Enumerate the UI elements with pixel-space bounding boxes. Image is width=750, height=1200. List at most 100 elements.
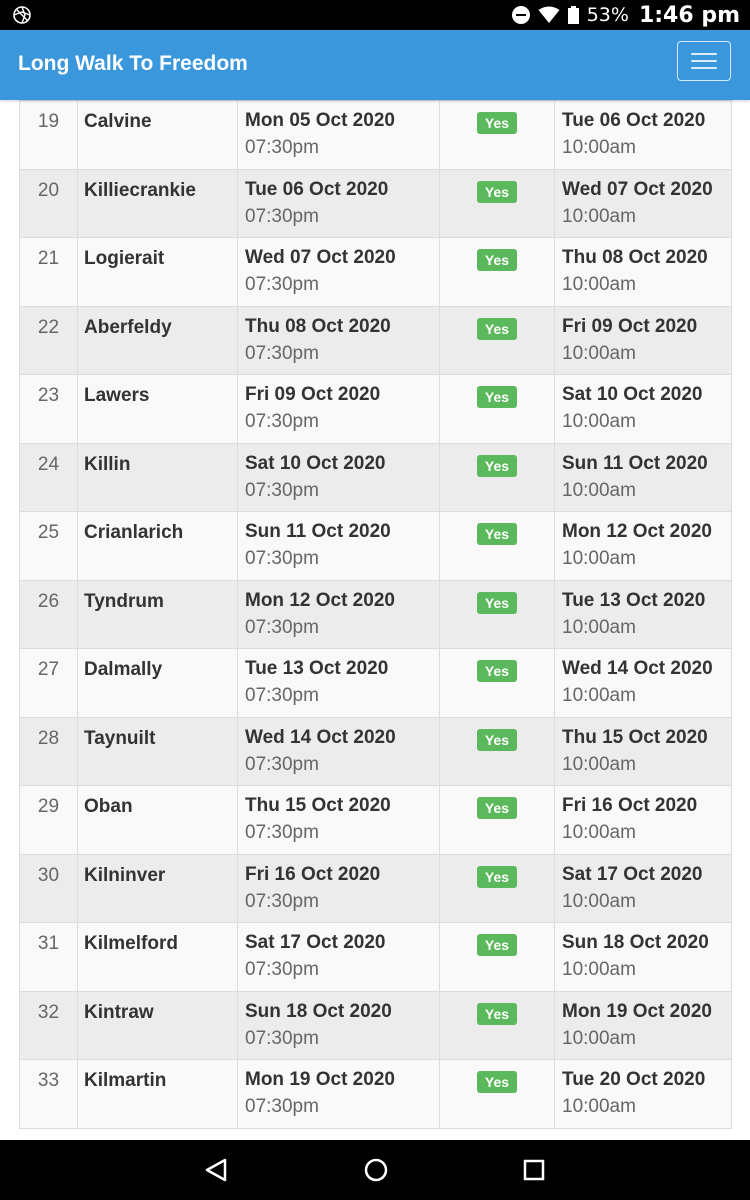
departure-date: Tue 13 Oct 2020 <box>562 589 706 611</box>
status-badge: Yes <box>476 1071 518 1093</box>
status-cell: Yes <box>439 579 555 649</box>
place-name: Dalmally <box>84 659 163 680</box>
stage-number-cell: 23 <box>19 374 78 444</box>
place-cell: Logierait <box>77 237 238 307</box>
status-cell: Yes <box>439 305 555 375</box>
arrival-cell: Sun 11 Oct 2020 07:30pm <box>237 511 440 581</box>
place-name: Crianlarich <box>84 522 184 543</box>
arrival-cell: Wed 07 Oct 2020 07:30pm <box>237 237 440 307</box>
arrival-time: 07:30pm <box>245 274 319 295</box>
table-row: 30 Kilninver Fri 16 Oct 2020 07:30pm Yes Sat … <box>19 853 732 923</box>
status-bar: 53% 1:46 pm <box>0 0 750 30</box>
status-badge: Yes <box>476 523 518 545</box>
stage-number: 32 <box>37 1001 60 1023</box>
arrival-date: Sat 17 Oct 2020 <box>245 932 386 953</box>
stage-number: 33 <box>37 1070 60 1091</box>
departure-date: Tue 06 Oct 2020 <box>562 110 706 131</box>
hamburger-menu-button[interactable] <box>677 41 731 81</box>
arrival-cell: Mon 12 Oct 2020 07:30pm <box>237 579 440 649</box>
stage-number: 21 <box>37 248 60 269</box>
stage-number: 20 <box>37 179 60 201</box>
departure-date: Fri 09 Oct 2020 <box>562 315 698 337</box>
departure-time: 10:00am <box>562 685 636 706</box>
departure-time: 10:00am <box>562 753 636 775</box>
departure-cell: Sat 17 Oct 2020 10:00am <box>554 853 732 923</box>
table-row: 28 Taynuilt Wed 14 Oct 2020 07:30pm Yes Thu 1… <box>19 716 732 786</box>
arrival-date: Tue 13 Oct 2020 <box>245 658 389 679</box>
arrival-cell: Thu 08 Oct 2020 07:30pm <box>237 305 440 375</box>
departure-cell: Mon 19 Oct 2020 10:00am <box>554 990 732 1060</box>
arrival-time: 07:30pm <box>245 685 319 706</box>
stage-number-cell: 22 <box>19 305 78 375</box>
place-name: Taynuilt <box>84 727 156 749</box>
table-row: 26 Tyndrum Mon 12 Oct 2020 07:30pm Yes Tue 13… <box>19 579 732 649</box>
top-navbar: Long Walk To Freedom <box>0 30 750 100</box>
status-badge: Yes <box>476 1002 518 1025</box>
departure-time: 10:00am <box>562 959 636 980</box>
arrival-time: 07:30pm <box>245 205 319 227</box>
status-cell: Yes <box>439 853 555 923</box>
place-cell: Killiecrankie <box>77 168 238 238</box>
status-badge: Yes <box>476 112 518 134</box>
departure-cell: Sun 18 Oct 2020 10:00am <box>554 922 732 992</box>
place-name: Oban <box>84 796 133 817</box>
table-row: 32 Kintraw Sun 18 Oct 2020 07:30pm Yes Mon 19… <box>19 990 732 1060</box>
departure-cell: Wed 14 Oct 2020 10:00am <box>554 648 732 718</box>
stage-number: 30 <box>37 864 60 886</box>
status-cell: Yes <box>439 922 555 992</box>
table-row: 23 Lawers Fri 09 Oct 2020 07:30pm Yes Sat 10 … <box>19 374 732 444</box>
place-name: Kilninver <box>84 864 166 886</box>
arrival-cell: Fri 09 Oct 2020 07:30pm <box>237 374 440 444</box>
place-name: Lawers <box>84 385 150 406</box>
brand-title[interactable]: Long Walk To Freedom <box>18 52 248 76</box>
place-cell: Calvine <box>77 100 238 170</box>
stage-number: 24 <box>37 453 60 475</box>
status-badge: Yes <box>476 865 518 888</box>
arrival-time: 07:30pm <box>245 411 319 432</box>
status-cell: Yes <box>439 100 555 170</box>
place-cell: Killin <box>77 442 238 512</box>
arrival-cell: Fri 16 Oct 2020 07:30pm <box>237 853 440 923</box>
arrival-time: 07:30pm <box>245 616 319 638</box>
recents-icon[interactable] <box>504 1140 564 1200</box>
place-cell: Taynuilt <box>77 716 238 786</box>
departure-time: 10:00am <box>562 548 636 569</box>
arrival-date: Thu 15 Oct 2020 <box>245 795 391 816</box>
arrival-time: 07:30pm <box>245 753 319 775</box>
departure-date: Mon 12 Oct 2020 <box>562 521 712 542</box>
place-name: Kilmartin <box>84 1070 167 1091</box>
status-icons: 53% 1:46 pm <box>511 0 740 30</box>
table-row: 20 Killiecrankie Tue 06 Oct 2020 07:30pm Yes… <box>19 168 732 238</box>
table-row: 29 Oban Thu 15 Oct 2020 07:30pm Yes Fri 16 Oc… <box>19 785 732 855</box>
arrival-cell: Mon 19 Oct 2020 07:30pm <box>237 1059 440 1129</box>
schedule-table-body: 19 Calvine Mon 05 Oct 2020 07:30pm Yes Tue 06… <box>19 100 732 1129</box>
arrival-cell: Sun 18 Oct 2020 07:30pm <box>237 990 440 1060</box>
stage-number-cell: 19 <box>19 100 78 170</box>
table-row: 19 Calvine Mon 05 Oct 2020 07:30pm Yes Tue 06… <box>19 100 732 170</box>
stage-number-cell: 31 <box>19 922 78 992</box>
app-notification-icon <box>13 6 31 24</box>
departure-date: Sun 11 Oct 2020 <box>562 452 708 474</box>
battery-icon <box>567 6 579 24</box>
table-row: 21 Logierait Wed 07 Oct 2020 07:30pm Yes Thu … <box>19 237 732 307</box>
place-name: Killin <box>84 453 131 475</box>
arrival-cell: Wed 14 Oct 2020 07:30pm <box>237 716 440 786</box>
home-icon[interactable] <box>346 1140 406 1200</box>
stage-number: 31 <box>37 933 60 954</box>
departure-cell: Fri 09 Oct 2020 10:00am <box>554 305 732 375</box>
place-name: Aberfeldy <box>84 316 172 338</box>
wifi-icon <box>538 6 560 23</box>
arrival-time: 07:30pm <box>245 959 319 980</box>
departure-cell: Thu 08 Oct 2020 10:00am <box>554 237 732 307</box>
departure-cell: Sun 11 Oct 2020 10:00am <box>554 442 732 512</box>
status-badge: Yes <box>476 317 518 340</box>
departure-date: Wed 14 Oct 2020 <box>562 658 713 679</box>
stage-number-cell: 27 <box>19 648 78 718</box>
stage-number: 26 <box>37 590 60 612</box>
arrival-date: Wed 14 Oct 2020 <box>245 726 396 748</box>
back-icon[interactable] <box>186 1140 246 1200</box>
hamburger-icon-bar <box>691 53 717 55</box>
schedule-table: 19 Calvine Mon 05 Oct 2020 07:30pm Yes Tue 06… <box>19 100 732 1129</box>
departure-time: 10:00am <box>562 1027 636 1049</box>
place-name: Kilmelford <box>84 933 178 954</box>
